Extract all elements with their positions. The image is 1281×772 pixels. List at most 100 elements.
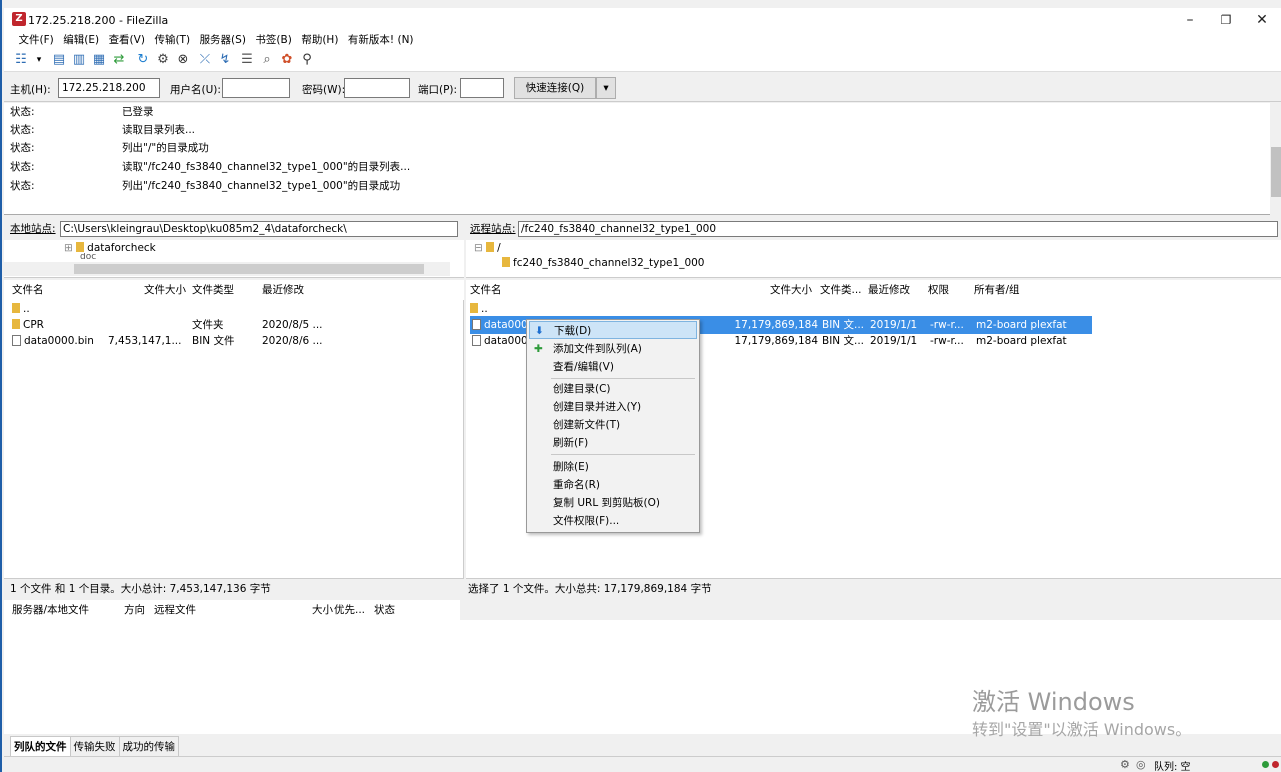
close-button[interactable]: ✕ <box>1242 10 1281 30</box>
menu-label: 创建目录(C) <box>553 383 611 395</box>
dropdown-arrow-icon[interactable]: ▾ <box>30 51 48 69</box>
tree-item-dataforcheck[interactable]: ⊞ dataforcheck <box>64 239 156 257</box>
log-scroll-thumb[interactable] <box>1271 147 1281 197</box>
toggle-log-icon[interactable]: ▤ <box>50 51 68 69</box>
col-filesize[interactable]: 文件大小 <box>144 280 186 300</box>
menu-create-dir[interactable]: 创建目录(C) <box>529 380 697 398</box>
menu-download[interactable]: ⬇ 下载(D) <box>529 321 697 339</box>
file-owner: m2-board plexfat <box>976 335 1067 347</box>
file-name: .. <box>23 303 30 315</box>
sync-browse-icon[interactable]: ✿ <box>278 51 296 69</box>
col-modified[interactable]: 最近修改 <box>868 280 910 300</box>
local-tree-scroll-thumb[interactable] <box>74 264 424 274</box>
quickconnect-dropdown-icon[interactable]: ▾ <box>596 77 616 99</box>
local-tree-hscrollbar[interactable] <box>4 262 450 276</box>
minimize-button[interactable]: – <box>1170 10 1210 30</box>
menu-help[interactable]: 帮助(H) <box>298 32 341 48</box>
col-filesize[interactable]: 文件大小 <box>770 280 812 300</box>
col-filetype[interactable]: 文件类型 <box>192 280 234 300</box>
folder-icon <box>12 303 20 313</box>
filter-icon[interactable]: ☰ <box>238 51 256 69</box>
local-site-path-input[interactable]: C:\Users\kleingrau\Desktop\ku085m2_4\dat… <box>60 221 458 237</box>
log-scrollbar[interactable] <box>1270 103 1281 215</box>
menu-create-file[interactable]: 创建新文件(T) <box>529 416 697 434</box>
remote-site-path-input[interactable]: /fc240_fs3840_channel32_type1_000 <box>518 221 1278 237</box>
tree-item-doc[interactable]: doc <box>80 253 96 261</box>
tree-item-root[interactable]: ⊟ / <box>474 239 501 257</box>
remote-tree: ⊟ / fc240_fs3840_channel32_type1_000 <box>466 240 1281 278</box>
menu-create-dir-enter[interactable]: 创建目录并进入(Y) <box>529 398 697 416</box>
compare-icon[interactable]: ⌕ <box>258 51 276 69</box>
tree-item-fc240[interactable]: fc240_fs3840_channel32_type1_000 <box>502 254 705 272</box>
cancel-icon[interactable]: ⊗ <box>174 51 192 69</box>
col-size[interactable]: 大小 <box>312 600 333 620</box>
password-input[interactable] <box>344 78 410 98</box>
folder-icon <box>486 242 495 252</box>
col-server-local-file[interactable]: 服务器/本地文件 <box>12 600 89 620</box>
menu-server[interactable]: 服务器(S) <box>197 32 249 48</box>
queue-tabs: 列队的文件 传输失败 成功的传输 <box>10 736 179 758</box>
local-tree: ⊞ dataforcheck doc <box>4 240 464 278</box>
host-input[interactable]: 172.25.218.200 <box>58 78 160 98</box>
toggle-local-tree-icon[interactable]: ▥ <box>70 51 88 69</box>
transfer-led-icon <box>1262 761 1269 768</box>
menu-view[interactable]: 查看(V) <box>106 32 148 48</box>
menu-edit[interactable]: 编辑(E) <box>60 32 102 48</box>
username-input[interactable] <box>222 78 290 98</box>
menu-new-version[interactable]: 有新版本! (N) <box>345 32 417 48</box>
speed-limit-icon: ◎ <box>1136 758 1146 771</box>
col-owner[interactable]: 所有者/组 <box>974 280 1020 300</box>
table-row[interactable]: data0000.bin 7,453,147,1... BIN 文件 2020/… <box>12 332 452 350</box>
file-icon <box>12 335 21 346</box>
tab-successful-transfers[interactable]: 成功的传输 <box>118 736 179 758</box>
remote-site-label: 远程站点: <box>470 223 516 235</box>
reconnect-icon[interactable]: ↯ <box>216 51 234 69</box>
col-filetype[interactable]: 文件类... <box>820 280 862 300</box>
menu-file[interactable]: 文件(F) <box>16 32 57 48</box>
menu-bookmarks[interactable]: 书签(B) <box>252 32 294 48</box>
col-filename[interactable]: 文件名 <box>470 280 502 300</box>
refresh-icon[interactable]: ↻ <box>134 51 152 69</box>
file-modified: 2019/1/1 <box>870 335 918 347</box>
menu-view-edit[interactable]: 查看/编辑(V) <box>529 358 697 376</box>
connection-status-icon: ⚙ <box>1120 758 1130 771</box>
process-queue-icon[interactable]: ⚙ <box>154 51 172 69</box>
title-bar: Z 172.25.218.200 - FileZilla – ❐ ✕ <box>4 8 1281 32</box>
bottom-status-bar: ⚙ ◎ 队列: 空 <box>4 756 1281 772</box>
col-permissions[interactable]: 权限 <box>928 280 949 300</box>
folder-icon <box>470 303 478 313</box>
toggle-queue-icon[interactable]: ⇄ <box>110 51 128 69</box>
menu-rename[interactable]: 重命名(R) <box>529 476 697 494</box>
restore-button[interactable]: ❐ <box>1206 10 1246 30</box>
toggle-remote-tree-icon[interactable]: ▦ <box>90 51 108 69</box>
port-input[interactable] <box>460 78 504 98</box>
file-name: .. <box>481 303 488 315</box>
folder-icon <box>76 242 85 252</box>
menu-add-to-queue[interactable]: ✚ 添加文件到队列(A) <box>529 340 697 358</box>
site-manager-icon[interactable]: ☷ <box>12 51 30 69</box>
menu-separator <box>551 378 695 379</box>
disconnect-icon[interactable]: ⤫ <box>196 51 214 69</box>
menu-refresh[interactable]: 刷新(F) <box>529 434 697 452</box>
menu-transfer[interactable]: 传输(T) <box>151 32 193 48</box>
menu-delete[interactable]: 删除(E) <box>529 458 697 476</box>
file-name: data0000.bin <box>24 335 94 347</box>
col-priority[interactable]: 优先... <box>334 600 365 620</box>
col-remote-file[interactable]: 远程文件 <box>154 600 196 620</box>
menu-label: 复制 URL 到剪贴板(O) <box>553 497 660 509</box>
menu-label: 添加文件到队列(A) <box>553 343 642 355</box>
search-icon[interactable]: ⚲ <box>298 51 316 69</box>
file-type: BIN 文... <box>822 335 865 347</box>
col-status[interactable]: 状态 <box>374 600 395 620</box>
tab-failed-transfers[interactable]: 传输失败 <box>69 736 120 758</box>
quickconnect-button[interactable]: 快速连接(Q) <box>514 77 596 99</box>
menu-copy-url[interactable]: 复制 URL 到剪贴板(O) <box>529 494 697 512</box>
col-filename[interactable]: 文件名 <box>12 280 44 300</box>
host-label: 主机(H): <box>10 84 51 96</box>
filezilla-logo-icon: Z <box>12 12 26 26</box>
menu-file-permissions[interactable]: 文件权限(F)... <box>529 512 697 530</box>
col-direction[interactable]: 方向 <box>124 600 145 620</box>
menu-label: 删除(E) <box>553 461 589 473</box>
col-modified[interactable]: 最近修改 <box>262 280 304 300</box>
tab-queued-files[interactable]: 列队的文件 <box>10 736 71 758</box>
